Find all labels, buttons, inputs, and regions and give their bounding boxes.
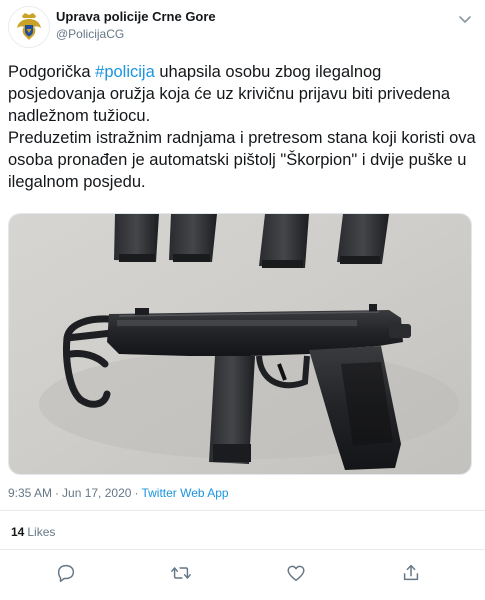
retweet-icon[interactable]: [170, 562, 192, 584]
coat-of-arms-icon: [9, 7, 49, 47]
tweet-photo[interactable]: [8, 213, 472, 475]
likes-number: 14: [11, 525, 25, 539]
tweet-header: Uprava policije Crne Gore @PolicijaCG: [0, 0, 485, 56]
tweet-time[interactable]: 9:35 AM: [8, 486, 52, 500]
chevron-down-icon[interactable]: [456, 10, 474, 28]
tweet-paragraph-2: Preduzetim istražnim radnjama i pretreso…: [8, 129, 476, 191]
share-icon[interactable]: [400, 562, 422, 584]
meta-separator: ·: [134, 486, 139, 500]
tweet-meta: 9:35 AM · Jun 17, 2020 · Twitter Web App: [8, 486, 229, 500]
like-icon[interactable]: [285, 562, 307, 584]
tweet-text: Podgorička #policija uhapsila osobu zbog…: [8, 61, 478, 193]
likes-count[interactable]: 14 Likes: [11, 525, 55, 539]
tweet-text-start: Podgorička: [8, 63, 96, 81]
tweet-date[interactable]: Jun 17, 2020: [62, 486, 131, 500]
tweet-actions: [0, 556, 485, 590]
meta-separator: ·: [55, 486, 60, 500]
likes-label: Likes: [27, 525, 56, 539]
divider: [0, 510, 485, 511]
seized-weapons-photo: [9, 214, 471, 474]
tweet-paragraph-1: Podgorička #policija uhapsila osobu zbog…: [8, 61, 478, 127]
author-display-name[interactable]: Uprava policije Crne Gore: [56, 9, 216, 24]
divider: [0, 549, 485, 550]
avatar[interactable]: [8, 6, 50, 48]
author-handle[interactable]: @PolicijaCG: [56, 27, 124, 41]
hashtag-link[interactable]: #policija: [95, 63, 155, 81]
tweet-source-link[interactable]: Twitter Web App: [141, 486, 228, 500]
reply-icon[interactable]: [55, 562, 77, 584]
